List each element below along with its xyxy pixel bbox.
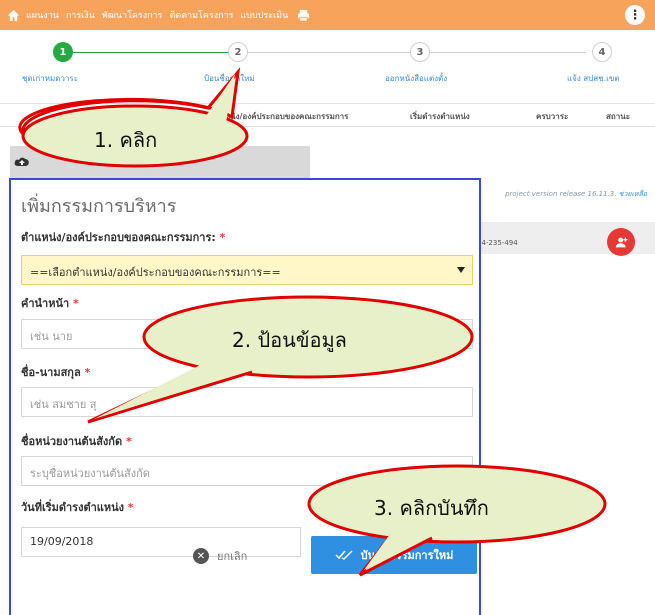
agency-placeholder: ระบุชื่อหน่วยงานต้นสังกัด (30, 467, 150, 480)
required-mark: * (219, 231, 226, 244)
home-icon[interactable] (0, 0, 26, 30)
position-select-value: ==เลือกตำแหน่ง/องค์ประกอบของคณะกรรมการ== (30, 266, 281, 279)
nav-item-project-development[interactable]: พัฒนาโครงการ (102, 8, 163, 22)
top-navbar: แผนงาน การเงิน พัฒนาโครงการ ติดตามโครงกา… (0, 0, 655, 30)
step-4-circle[interactable]: 4 (592, 42, 612, 62)
close-circle-icon: ✕ (193, 548, 209, 564)
required-mark: * (73, 297, 79, 310)
required-mark: * (127, 501, 134, 514)
callout-text-2: 2. ป้อนข้อมูล (232, 328, 347, 352)
modal-title: เพิ่มกรรมการบริหาร (21, 196, 177, 217)
prefix-placeholder: เช่น นาย (30, 330, 73, 343)
step-4-label[interactable]: แจ้ง สปสช.เขต (567, 72, 620, 85)
step-2-circle[interactable]: 2 (228, 42, 248, 62)
help-link[interactable]: ช่วยเหลือ (619, 190, 647, 198)
fullname-input[interactable]: เช่น สมชาย สุ (21, 387, 473, 417)
step-1-circle[interactable]: 1 (53, 42, 73, 62)
save-label: บันทึกกรรมการใหม่ (360, 549, 454, 562)
column-header-start-date[interactable]: เริ่มดำรงตำแหน่ง (410, 110, 470, 123)
nav-item-evaluation[interactable]: แบบประเมิน (240, 8, 288, 22)
position-label-text: ตำแหน่ง/องค์ประกอบของคณะกรรมการ: (21, 231, 216, 244)
save-committee-button[interactable]: บันทึกกรรมการใหม่ (311, 536, 477, 574)
fullname-label-text: ชื่อ-นามสกุล (21, 366, 81, 379)
nav-item-finance[interactable]: การเงิน (66, 8, 95, 22)
nav-item-project-tracking[interactable]: ติดตามโครงการ (170, 8, 234, 22)
callout-text-1: 1. คลิก (94, 128, 158, 152)
prefix-label: คำนำหน้า * (21, 294, 79, 312)
agency-label-text: ชื่อหน่วยงานต้นสังกัด (21, 435, 123, 448)
column-header-position[interactable]: ตำแหน่ง/องค์ประกอบของคณะกรรมการ (210, 110, 348, 123)
add-user-button[interactable] (607, 228, 635, 256)
start-date-value: 19/09/2018 (30, 535, 94, 548)
prefix-label-text: คำนำหน้า (21, 297, 70, 310)
add-committee-modal: เพิ่มกรรมการบริหาร ตำแหน่ง/องค์ประกอบของ… (9, 178, 481, 615)
position-label: ตำแหน่ง/องค์ประกอบของคณะกรรมการ: * (21, 228, 225, 246)
step-1-label[interactable]: ชุดเก่าหมดวาระ (22, 72, 78, 85)
start-date-label-text: วันที่เริ่มดำรงตำแหน่ง (21, 501, 125, 514)
step-2-label[interactable]: ป้อนชื่อชุดใหม่ (204, 72, 255, 85)
more-vertical-icon[interactable]: ⋮ (625, 5, 645, 25)
step-progress-line (66, 52, 236, 53)
caret-down-icon (457, 267, 465, 273)
step-3-label[interactable]: ออกหนังสือแต่งตั้ง (385, 72, 447, 85)
cloud-upload-icon (14, 157, 29, 166)
cancel-button[interactable]: ✕ ยกเลิก (193, 547, 247, 565)
start-date-input[interactable]: 19/09/2018 (21, 527, 301, 557)
column-header-status[interactable]: สถานะ (606, 110, 630, 123)
version-text: project version release 16.11.3. ช่วยเหล… (505, 189, 647, 200)
printer-icon[interactable] (295, 0, 311, 30)
callout-text-3: 3. คลิกบันทึก (374, 496, 489, 520)
add-user-icon (615, 237, 627, 247)
step-3-circle[interactable]: 3 (410, 42, 430, 62)
version-label: project version release 16.11.3. (505, 190, 617, 198)
double-check-icon (335, 550, 353, 560)
phone-number-fragment: 74-235-494 (477, 239, 518, 247)
fullname-label: ชื่อ-นามสกุล * (21, 363, 90, 381)
required-mark: * (125, 435, 132, 448)
cancel-label: ยกเลิก (217, 550, 248, 563)
column-header-end-term[interactable]: ครบวาระ (536, 110, 568, 123)
nav-item-plan[interactable]: แผนงาน (26, 8, 59, 22)
agency-label: ชื่อหน่วยงานต้นสังกัด * (21, 432, 132, 450)
required-mark: * (84, 366, 91, 379)
position-select[interactable]: ==เลือกตำแหน่ง/องค์ประกอบของคณะกรรมการ== (21, 255, 473, 285)
fullname-placeholder: เช่น สมชาย สุ (30, 398, 97, 411)
start-date-label: วันที่เริ่มดำรงตำแหน่ง * (21, 498, 134, 516)
agency-input[interactable]: ระบุชื่อหน่วยงานต้นสังกัด (21, 456, 473, 486)
